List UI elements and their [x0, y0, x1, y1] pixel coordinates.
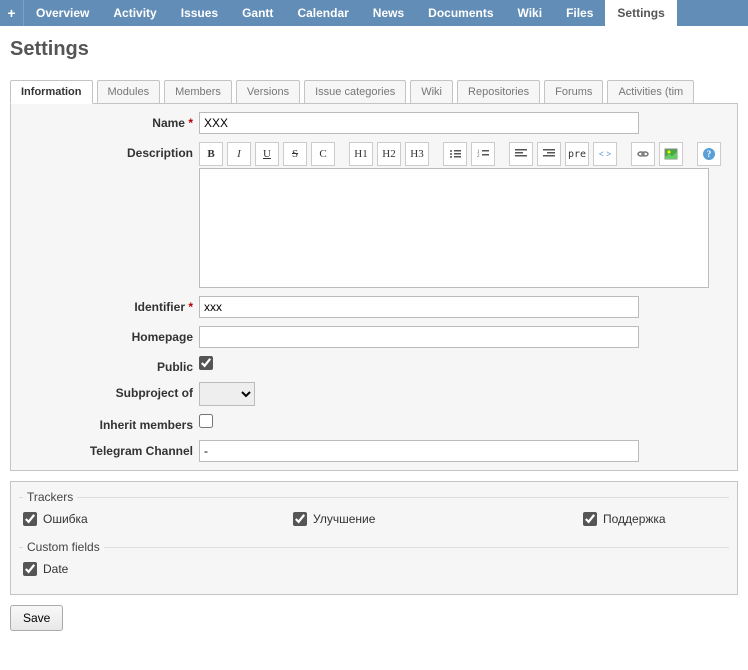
description-editor[interactable]	[199, 168, 709, 288]
subtab-activities-tim[interactable]: Activities (tim	[607, 80, 694, 104]
subproject-select[interactable]	[199, 382, 255, 406]
tracker-checkbox[interactable]	[583, 512, 597, 526]
h3-icon[interactable]: H3	[405, 142, 429, 166]
description-label: Description	[127, 146, 193, 160]
add-button[interactable]: +	[0, 0, 24, 26]
image-icon[interactable]	[659, 142, 683, 166]
inherit-label: Inherit members	[100, 418, 193, 432]
custom-fields-legend: Custom fields	[23, 540, 104, 554]
subtab-information[interactable]: Information	[10, 80, 93, 104]
editor-toolbar: B I U S C H1 H2 H3 12 pre < >	[199, 142, 729, 166]
nav-tab-gantt[interactable]: Gantt	[230, 0, 285, 26]
h1-icon[interactable]: H1	[349, 142, 373, 166]
subtab-forums[interactable]: Forums	[544, 80, 603, 104]
nav-tab-documents[interactable]: Documents	[416, 0, 505, 26]
save-button[interactable]: Save	[10, 605, 63, 631]
name-label: Name	[152, 116, 185, 130]
underline-icon[interactable]: U	[255, 142, 279, 166]
italic-icon[interactable]: I	[227, 142, 251, 166]
settings-panel: Name * Description B I U S C H1 H2 H3 12	[10, 103, 738, 471]
help-icon[interactable]: ?	[697, 142, 721, 166]
subtab-repositories[interactable]: Repositories	[457, 80, 540, 104]
telegram-input[interactable]	[199, 440, 639, 462]
align-left-icon[interactable]	[509, 142, 533, 166]
code-icon[interactable]: C	[311, 142, 335, 166]
nav-tab-news[interactable]: News	[361, 0, 416, 26]
custom-field-label: Date	[43, 562, 68, 576]
inherit-checkbox[interactable]	[199, 414, 213, 428]
telegram-label: Telegram Channel	[90, 444, 193, 458]
subtab-members[interactable]: Members	[164, 80, 232, 104]
tracker-checkbox[interactable]	[23, 512, 37, 526]
nav-tab-files[interactable]: Files	[554, 0, 605, 26]
required-mark: *	[188, 116, 193, 130]
tracker-label: Ошибка	[43, 512, 88, 526]
bullet-list-icon[interactable]	[443, 142, 467, 166]
bold-icon[interactable]: B	[199, 142, 223, 166]
tracker-label: Улучшение	[313, 512, 375, 526]
subtab-versions[interactable]: Versions	[236, 80, 300, 104]
custom-field-checkbox[interactable]	[23, 562, 37, 576]
public-checkbox[interactable]	[199, 356, 213, 370]
toolbar-spacer	[499, 142, 505, 166]
trackers-legend: Trackers	[23, 490, 77, 504]
subtab-issue-categories[interactable]: Issue categories	[304, 80, 406, 104]
required-mark: *	[188, 300, 193, 314]
top-nav: + OverviewActivityIssuesGanttCalendarNew…	[0, 0, 748, 26]
page-title: Settings	[0, 26, 748, 79]
nav-tab-wiki[interactable]: Wiki	[506, 0, 555, 26]
nav-tab-overview[interactable]: Overview	[24, 0, 101, 26]
html-icon[interactable]: < >	[593, 142, 617, 166]
toolbar-spacer	[621, 142, 627, 166]
subtab-wiki[interactable]: Wiki	[410, 80, 453, 104]
subproject-label: Subproject of	[116, 386, 193, 400]
h2-icon[interactable]: H2	[377, 142, 401, 166]
svg-text:2: 2	[477, 154, 480, 159]
tracker-label: Поддержка	[603, 512, 666, 526]
toolbar-spacer	[339, 142, 345, 166]
strike-icon[interactable]: S	[283, 142, 307, 166]
custom-fields-fieldset: Custom fields Date	[19, 540, 729, 586]
homepage-label: Homepage	[132, 330, 193, 344]
link-icon[interactable]	[631, 142, 655, 166]
svg-text:?: ?	[707, 149, 712, 159]
name-input[interactable]	[199, 112, 639, 134]
identifier-label: Identifier	[134, 300, 185, 314]
toolbar-spacer	[433, 142, 439, 166]
nav-tab-activity[interactable]: Activity	[101, 0, 168, 26]
align-right-icon[interactable]	[537, 142, 561, 166]
subtab-modules[interactable]: Modules	[97, 80, 161, 104]
public-label: Public	[157, 360, 193, 374]
nav-tab-issues[interactable]: Issues	[169, 0, 230, 26]
lower-panel: Trackers Ошибка Улучшение Поддержка Custom…	[10, 481, 738, 595]
identifier-input[interactable]	[199, 296, 639, 318]
trackers-fieldset: Trackers Ошибка Улучшение Поддержка	[19, 490, 729, 536]
toolbar-spacer	[687, 142, 693, 166]
pre-icon[interactable]: pre	[565, 142, 589, 166]
nav-tab-settings[interactable]: Settings	[605, 0, 676, 26]
homepage-input[interactable]	[199, 326, 639, 348]
tracker-checkbox[interactable]	[293, 512, 307, 526]
nav-tab-calendar[interactable]: Calendar	[285, 0, 360, 26]
numbered-list-icon[interactable]: 12	[471, 142, 495, 166]
settings-subtabs: InformationModulesMembersVersionsIssue c…	[0, 80, 748, 104]
